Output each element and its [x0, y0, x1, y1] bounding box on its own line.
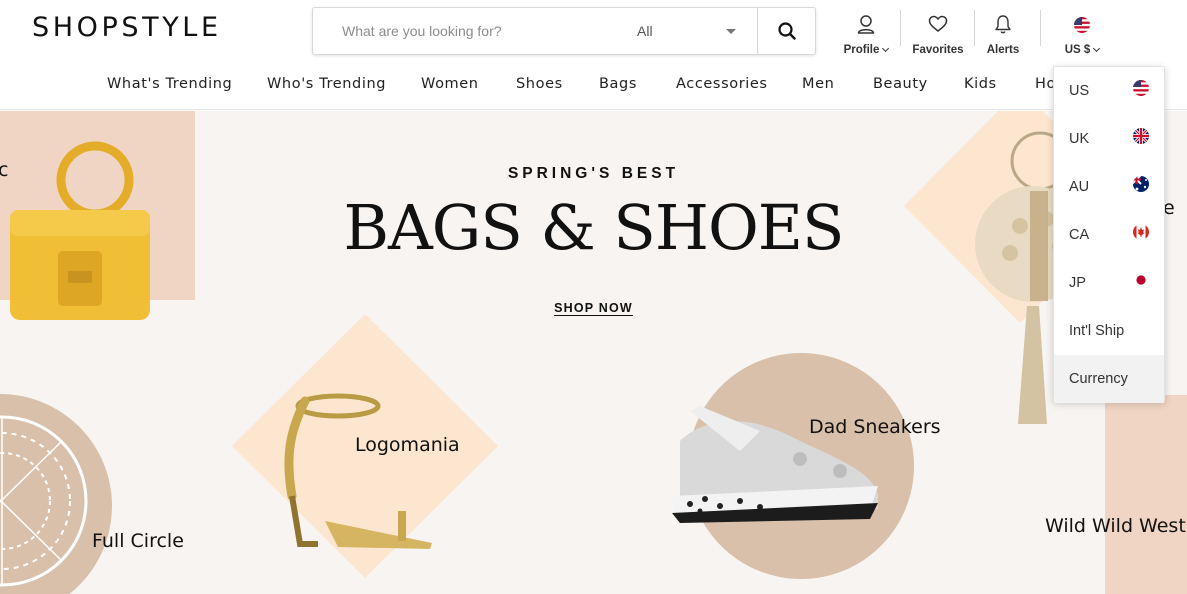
- locale-code: UK: [1069, 131, 1090, 147]
- alerts-link[interactable]: Alerts: [980, 10, 1026, 56]
- heart-icon: [928, 15, 948, 32]
- uk-flag-icon: [1133, 128, 1149, 144]
- locale-label: US $: [1064, 44, 1091, 56]
- header-divider: [900, 10, 901, 46]
- locale-dropdown: US UK AU CA JP Int'l Ship Currency: [1053, 66, 1165, 403]
- nav-item-shoes[interactable]: Shoes: [516, 76, 563, 92]
- shop-now-link[interactable]: SHOP NOW: [554, 301, 633, 315]
- hero-kicker: SPRING'S BEST: [507, 165, 680, 182]
- nav-item-men[interactable]: Men: [802, 76, 834, 92]
- caret-down-icon: [726, 29, 736, 34]
- us-flag-icon: [1133, 80, 1149, 96]
- blush-block-right: [1105, 395, 1187, 594]
- locale-code: US: [1069, 83, 1090, 99]
- locale-code: Int'l Ship: [1069, 323, 1125, 339]
- header-divider: [974, 10, 975, 46]
- search-category-select[interactable]: All: [631, 8, 757, 54]
- locale-option-ca[interactable]: CA: [1054, 211, 1164, 259]
- chevron-down-icon: [1093, 44, 1101, 53]
- bell-icon: [995, 15, 1011, 34]
- full-circle-label[interactable]: Full Circle: [92, 530, 184, 552]
- locale-code: JP: [1069, 275, 1086, 291]
- nav-item-kids[interactable]: Kids: [964, 76, 997, 92]
- locale-code: Currency: [1069, 371, 1128, 387]
- locale-code: AU: [1069, 179, 1090, 195]
- wild-wild-west-label[interactable]: Wild Wild West: [1045, 515, 1186, 537]
- search-bar: All: [312, 7, 816, 55]
- hero-banner: c e Logomania Dad Sneakers Full Circle W…: [0, 111, 1187, 594]
- dad-sneakers-label[interactable]: Dad Sneakers: [809, 416, 941, 438]
- us-flag-icon: [1074, 17, 1090, 33]
- hero-headline: BAGS & SHOES: [343, 191, 844, 264]
- locale-option-au[interactable]: AU: [1054, 163, 1164, 211]
- locale-option-uk[interactable]: UK: [1054, 115, 1164, 163]
- category-nav: What's Trending Who's Trending Women Sho…: [0, 76, 1187, 100]
- search-input[interactable]: [313, 8, 613, 54]
- locale-option-intl-ship[interactable]: Int'l Ship: [1054, 307, 1164, 355]
- search-button[interactable]: [757, 8, 816, 54]
- user-icon: [857, 15, 875, 34]
- ca-flag-icon: [1133, 224, 1149, 240]
- nav-item-whats-trending[interactable]: What's Trending: [107, 76, 232, 92]
- search-icon: [778, 22, 796, 40]
- favorites-link[interactable]: Favorites: [910, 10, 966, 56]
- chevron-down-icon: [882, 44, 890, 53]
- header-divider: [1040, 10, 1041, 46]
- shopstyle-logo[interactable]: SHOPSTYLE: [32, 12, 222, 43]
- locale-menu[interactable]: US $: [1058, 10, 1106, 56]
- site-header: SHOPSTYLE All Profile Favorites: [0, 0, 1187, 110]
- search-category-value: All: [637, 23, 653, 39]
- profile-menu[interactable]: Profile: [838, 10, 894, 56]
- locale-option-us[interactable]: US: [1054, 67, 1164, 115]
- locale-option-currency[interactable]: Currency: [1054, 355, 1164, 403]
- locale-code: CA: [1069, 227, 1090, 243]
- nav-item-whos-trending[interactable]: Who's Trending: [267, 76, 386, 92]
- alerts-label: Alerts: [986, 44, 1020, 56]
- au-flag-icon: [1133, 176, 1149, 192]
- logomania-label[interactable]: Logomania: [355, 434, 460, 456]
- favorites-label: Favorites: [912, 44, 964, 56]
- nav-item-beauty[interactable]: Beauty: [873, 76, 928, 92]
- nav-item-bags[interactable]: Bags: [599, 76, 637, 92]
- nav-item-women[interactable]: Women: [421, 76, 479, 92]
- nav-item-accessories[interactable]: Accessories: [676, 76, 768, 92]
- locale-option-jp[interactable]: JP: [1054, 259, 1164, 307]
- jp-flag-icon: [1133, 272, 1149, 288]
- profile-label: Profile: [843, 44, 880, 56]
- hero-artwork: [0, 111, 1187, 594]
